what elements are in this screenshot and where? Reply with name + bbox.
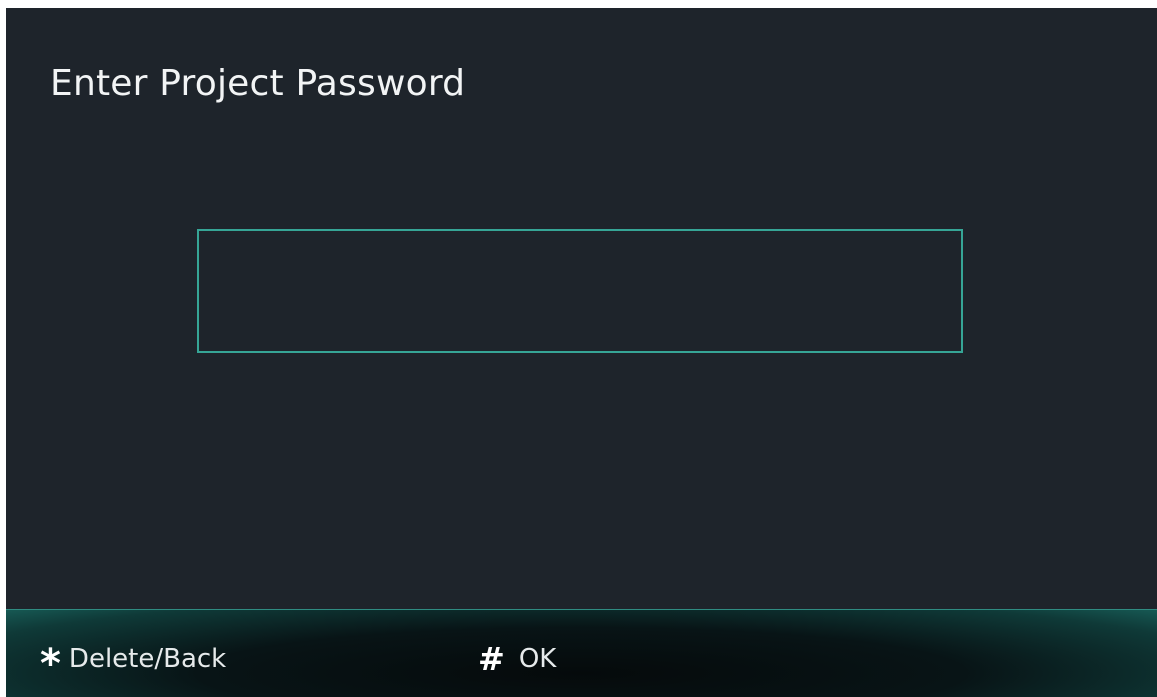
hash-icon: # (478, 640, 505, 678)
ok-label: OK (518, 644, 557, 674)
asterisk-icon: * (40, 641, 61, 687)
password-screen: Enter Project Password * Delete/Back # O… (6, 8, 1157, 697)
ok-softkey[interactable]: # OK (478, 634, 556, 684)
delete-back-label: Delete/Back (68, 644, 227, 674)
delete-back-softkey[interactable]: * Delete/Back (40, 634, 226, 684)
softkey-bar: * Delete/Back # OK (6, 609, 1157, 697)
password-input[interactable] (197, 229, 963, 353)
page-title: Enter Project Password (50, 63, 466, 104)
